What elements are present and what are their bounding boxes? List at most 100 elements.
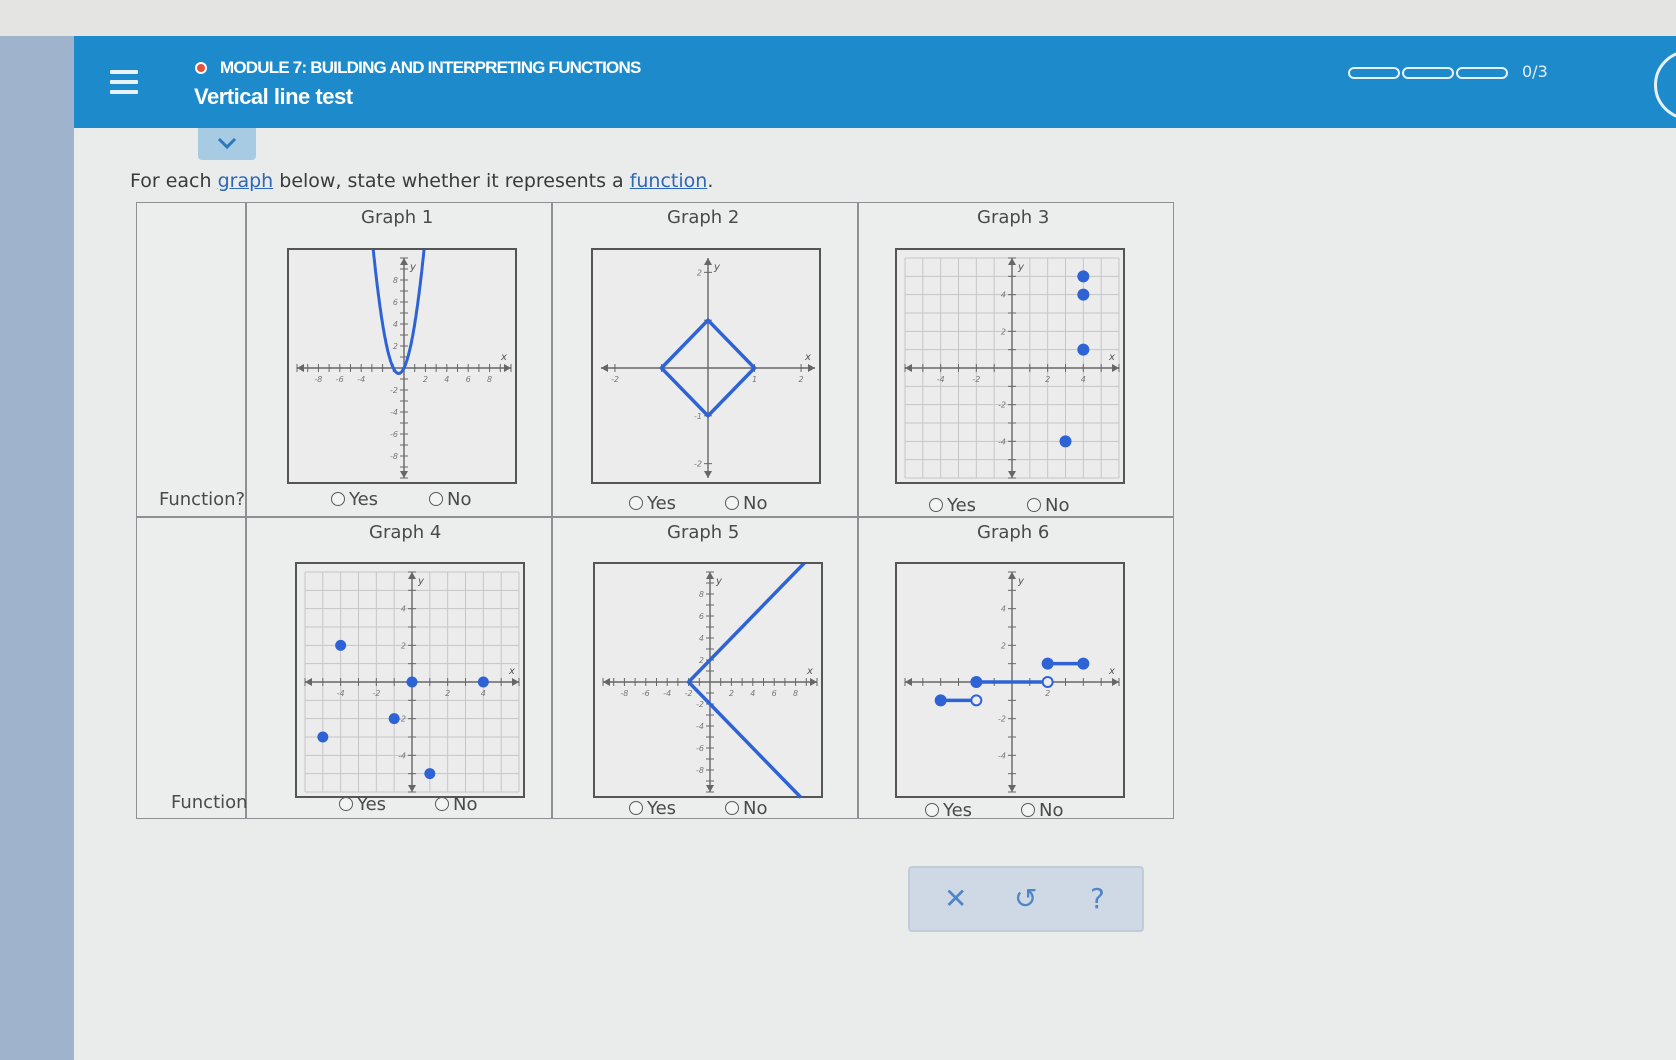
x-tick-label: 2: [445, 689, 450, 698]
chevron-down-icon: [217, 137, 237, 150]
x-tick-label: 2: [423, 375, 428, 384]
screen-bezel-left: [0, 36, 74, 1060]
x-axis-label: x: [804, 352, 811, 363]
help-icon[interactable]: ?: [1090, 882, 1105, 915]
account-circle-icon[interactable]: [1654, 50, 1676, 120]
graph-6-svg: 2 4 2 -2 -4 x y: [904, 571, 1120, 793]
y-tick-label: -4: [696, 722, 704, 731]
no-radio[interactable]: No: [1027, 495, 1069, 516]
radio-circle-icon: [1021, 803, 1035, 817]
y-tick-label: 8: [699, 590, 704, 599]
graph-title: Graph 3: [977, 207, 1050, 228]
y-tick-label: -2: [390, 386, 398, 395]
y-tick-label: -2: [694, 460, 702, 469]
y-axis-label: y: [409, 262, 417, 273]
data-point: [317, 731, 329, 743]
graph-cell-1: Graph 1 -8 -6 -4 2 4 6 8 8 6 4 2 -2 -4 -6 -8 x y Yes No: [246, 202, 552, 517]
yes-radio[interactable]: Yes: [629, 493, 676, 514]
function-link[interactable]: function: [630, 170, 708, 192]
graph-5-svg: -8 -6 -4 -2 2 4 6 8 8 6 4 2 -2 -4 -6 -8 x y: [602, 564, 818, 799]
y-tick-label: 4: [699, 634, 704, 643]
x-tick-label: 2: [1045, 375, 1050, 384]
radio-circle-icon: [331, 492, 345, 506]
progress-segment: [1402, 67, 1454, 79]
y-tick-label: 6: [393, 298, 398, 307]
graph-cell-4: Graph 4 -4 -2 2 4 4 2 -2 -4 x y Yes No: [246, 517, 552, 819]
no-radio[interactable]: No: [725, 493, 767, 514]
y-tick-label: -4: [998, 437, 1006, 446]
prompt-text: below, state whether it represents a: [273, 170, 630, 192]
sideways-v-curve: [686, 564, 806, 799]
radio-label: No: [453, 794, 478, 815]
y-tick-label: 4: [1001, 291, 1006, 300]
data-point: [1077, 270, 1090, 283]
data-point: [388, 713, 400, 725]
x-axis-arrow-icon: [601, 364, 608, 372]
hamburger-menu-icon[interactable]: [110, 70, 138, 94]
y-axis-label: y: [715, 576, 723, 587]
graph-cell-6: Graph 6 2 4 2 -2 -4 x y Yes No: [858, 517, 1174, 821]
y-axis-arrow-icon: [1008, 572, 1016, 579]
no-radio[interactable]: No: [1021, 800, 1063, 821]
y-tick-label: -2: [696, 700, 704, 709]
data-point: [335, 639, 347, 651]
y-tick-label: 4: [401, 605, 406, 614]
radio-circle-icon: [929, 498, 943, 512]
page-title: Vertical line test: [194, 84, 353, 109]
y-tick-label: -4: [390, 408, 398, 417]
y-axis-arrow-icon: [408, 572, 416, 579]
x-tick-label: -8: [314, 375, 322, 384]
y-axis-arrow-icon: [1008, 258, 1016, 265]
no-radio[interactable]: No: [435, 794, 477, 815]
x-axis-label: x: [1108, 352, 1115, 363]
yes-radio[interactable]: Yes: [629, 798, 676, 819]
radio-circle-icon: [629, 801, 643, 815]
yes-radio[interactable]: Yes: [331, 489, 378, 510]
x-axis-label: x: [508, 666, 515, 677]
y-axis-arrow-icon: [704, 258, 712, 265]
graph-link[interactable]: graph: [218, 170, 274, 192]
undo-icon[interactable]: ↺: [1014, 882, 1037, 915]
radio-label: Yes: [647, 493, 677, 514]
x-axis-arrow-icon: [808, 364, 815, 372]
y-tick-label: 6: [699, 612, 704, 621]
collapse-toggle[interactable]: [198, 128, 256, 160]
graph-plot-4: -4 -2 2 4 4 2 -2 -4 x y: [295, 562, 525, 798]
no-radio[interactable]: No: [429, 489, 471, 510]
yes-radio[interactable]: Yes: [339, 794, 386, 815]
closed-endpoint: [1077, 657, 1090, 670]
no-radio[interactable]: No: [725, 798, 767, 819]
graph-title: Graph 6: [977, 522, 1050, 543]
x-tick-label: -6: [336, 375, 344, 384]
radio-label: Yes: [947, 495, 977, 516]
radio-circle-icon: [725, 496, 739, 510]
function-question-label: Function?: [171, 792, 258, 813]
graph-title: Graph 5: [667, 522, 740, 543]
x-axis-arrow-icon: [305, 678, 312, 686]
x-axis-label: x: [500, 352, 507, 363]
y-tick-label: 2: [697, 268, 702, 277]
graph-plot-3: -4 -2 2 4 4 2 -2 -4 x y: [895, 248, 1125, 484]
prompt-text: For each: [130, 170, 218, 192]
yes-radio[interactable]: Yes: [929, 495, 976, 516]
data-point: [1059, 435, 1072, 448]
radio-label: No: [447, 489, 472, 510]
y-tick-label: -6: [696, 744, 704, 753]
x-tick-label: 2: [1045, 689, 1050, 698]
y-tick-label: -8: [696, 766, 704, 775]
x-tick-label: -4: [663, 689, 671, 698]
y-axis-arrow-icon: [408, 785, 416, 792]
y-axis-label: y: [1017, 576, 1025, 587]
y-tick-label: 2: [1001, 641, 1006, 650]
prompt-text: .: [707, 170, 714, 192]
y-axis-label: y: [1017, 262, 1025, 273]
y-axis-label: y: [713, 262, 721, 273]
x-tick-label: -4: [937, 375, 945, 384]
top-header: MODULE 7: BUILDING AND INTERPRETING FUNC…: [74, 36, 1676, 128]
data-point: [477, 676, 489, 688]
x-axis-arrow-icon: [504, 364, 511, 372]
yes-radio[interactable]: Yes: [925, 800, 972, 821]
progress-bar: [1348, 64, 1510, 83]
y-axis-arrow-icon: [1008, 471, 1016, 478]
close-icon[interactable]: ✕: [944, 882, 967, 915]
